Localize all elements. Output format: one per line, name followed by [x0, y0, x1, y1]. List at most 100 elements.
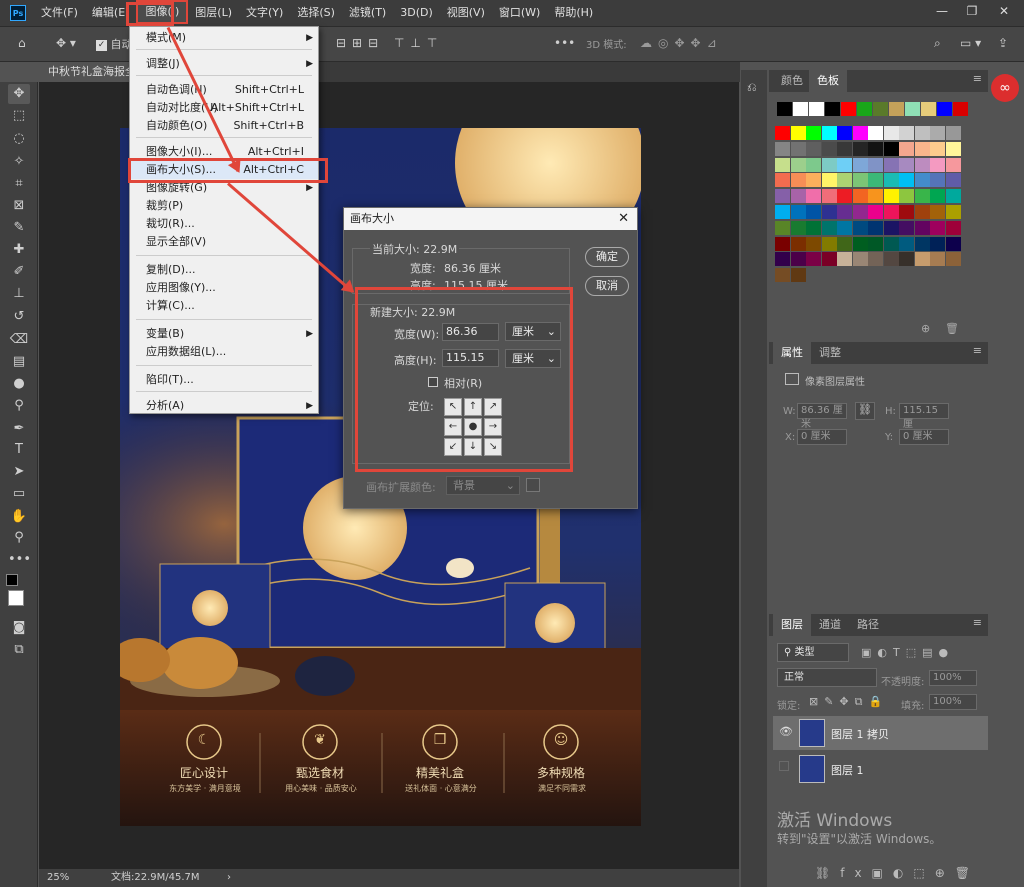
color-swatch[interactable] [852, 173, 868, 188]
color-swatch[interactable] [790, 141, 806, 156]
color-swatch[interactable] [790, 236, 806, 251]
color-swatch[interactable] [821, 205, 837, 219]
color-swatch[interactable] [775, 157, 790, 172]
fill-field[interactable]: 100% [929, 694, 977, 710]
new-swatch-icon[interactable]: ⊕ [921, 322, 930, 335]
color-swatch[interactable] [821, 126, 837, 140]
color-swatch[interactable] [914, 220, 930, 235]
color-swatch[interactable] [852, 189, 868, 204]
color-swatch[interactable] [852, 141, 868, 156]
color-swatch[interactable] [868, 157, 883, 172]
color-swatch[interactable] [930, 141, 945, 156]
color-swatch[interactable] [821, 252, 837, 267]
color-swatch[interactable] [821, 236, 837, 251]
menu-4[interactable]: 文字(Y) [239, 0, 290, 26]
layer-row[interactable]: 图层 1 [773, 752, 988, 786]
history-icon[interactable]: ⎌ [747, 80, 757, 95]
color-swatch[interactable] [914, 189, 930, 204]
more-options-icon[interactable]: ••• [554, 36, 575, 50]
3d-mode-icons[interactable]: ☁◎✥✥⊿ [640, 36, 723, 50]
path-select-icon[interactable]: ➤ [8, 462, 30, 482]
color-swatch[interactable] [899, 236, 914, 251]
color-swatch[interactable] [841, 102, 856, 116]
panel-menu-icon[interactable]: ≡ [973, 72, 982, 85]
color-swatch[interactable] [945, 173, 961, 188]
menu-5[interactable]: 选择(S) [290, 0, 342, 26]
type-tool-icon[interactable]: T [8, 440, 30, 460]
marquee-tool-icon[interactable]: ⬚ [8, 106, 30, 126]
pen-tool-icon[interactable]: ✒ [8, 419, 30, 439]
h-field[interactable]: 115.15 厘 [899, 403, 949, 430]
color-swatch[interactable] [857, 102, 872, 116]
status-arrow-icon[interactable]: › [227, 869, 231, 887]
color-swatch[interactable] [790, 205, 806, 219]
color-swatch[interactable] [852, 220, 868, 235]
zoom-tool-icon[interactable]: ⚲ [8, 528, 30, 548]
color-swatch[interactable] [837, 173, 852, 188]
color-swatch[interactable] [914, 173, 930, 188]
image-menu-item[interactable]: 应用图像(Y)... [130, 279, 318, 297]
foreground-color-swatch[interactable] [8, 590, 24, 606]
cancel-button[interactable]: 取消 [585, 276, 629, 296]
image-menu-item[interactable]: 调整(J) ▶ [130, 55, 318, 73]
color-swatch[interactable] [889, 102, 904, 116]
blur-tool-icon[interactable]: ● [8, 374, 30, 394]
creative-cloud-icon[interactable]: ∞ [991, 74, 1019, 102]
magic-wand-icon[interactable]: ✧ [8, 152, 30, 172]
color-swatch[interactable] [945, 157, 961, 172]
color-swatch[interactable] [945, 189, 961, 204]
color-swatch[interactable] [852, 205, 868, 219]
tab-properties[interactable]: 属性 [773, 342, 811, 364]
brush-tool-icon[interactable]: ✐ [8, 262, 30, 282]
color-swatch[interactable] [930, 236, 945, 251]
color-swatch[interactable] [930, 189, 945, 204]
zoom-level[interactable]: 25% [47, 869, 69, 887]
color-swatch[interactable] [806, 205, 821, 219]
color-swatch[interactable] [914, 252, 930, 267]
color-swatch[interactable] [930, 126, 945, 140]
color-swatch[interactable] [806, 141, 821, 156]
color-swatch[interactable] [921, 102, 936, 116]
color-swatch[interactable] [868, 236, 883, 251]
image-menu-item[interactable]: 自动对比度(U) Alt+Shift+Ctrl+L [130, 99, 318, 117]
color-swatch[interactable] [945, 126, 961, 140]
color-swatch[interactable] [899, 220, 914, 235]
layer-filter-icons[interactable]: ▣◐T⬚▤● [861, 646, 954, 659]
color-swatch[interactable] [937, 102, 952, 116]
image-menu-item[interactable]: 复制(D)... [130, 261, 318, 279]
image-menu-item[interactable]: 陷印(T)... [130, 371, 318, 389]
reset-colors-icon[interactable] [6, 574, 18, 586]
color-swatch[interactable] [825, 102, 840, 116]
color-swatch[interactable] [775, 141, 790, 156]
color-swatch[interactable] [868, 189, 883, 204]
color-swatch[interactable] [809, 102, 824, 116]
dodge-tool-icon[interactable]: ⚲ [8, 396, 30, 416]
move-tool-icon[interactable]: ✥ ▾ [56, 36, 76, 50]
color-swatch[interactable] [883, 141, 899, 156]
menu-9[interactable]: 窗口(W) [492, 0, 547, 26]
color-swatch[interactable] [914, 205, 930, 219]
color-swatch[interactable] [837, 189, 852, 204]
menu-3[interactable]: 图层(L) [188, 0, 239, 26]
color-swatch[interactable] [790, 126, 806, 140]
color-swatch[interactable] [837, 126, 852, 140]
color-swatch[interactable] [930, 173, 945, 188]
y-field[interactable]: 0 厘米 [899, 429, 949, 445]
layer-row[interactable]: 👁 图层 1 拷贝 [773, 716, 988, 750]
image-menu-item[interactable]: 模式(M) ▶ [130, 29, 318, 47]
color-swatch[interactable] [775, 205, 790, 219]
color-swatch[interactable] [899, 141, 914, 156]
color-swatch[interactable] [883, 189, 899, 204]
color-swatch[interactable] [899, 126, 914, 140]
color-swatch[interactable] [930, 157, 945, 172]
delete-swatch-icon[interactable]: 🗑 [945, 322, 959, 335]
search-icon[interactable]: ⌕ [934, 36, 941, 51]
color-swatch[interactable] [821, 157, 837, 172]
color-swatch[interactable] [775, 189, 790, 204]
close-icon[interactable]: ✕ [618, 208, 629, 230]
color-swatch[interactable] [821, 220, 837, 235]
screen-mode-icon[interactable]: ⧉ [8, 640, 30, 660]
maximize-icon[interactable]: ❐ [962, 4, 982, 20]
minimize-icon[interactable]: — [932, 4, 952, 20]
color-swatch[interactable] [883, 157, 899, 172]
